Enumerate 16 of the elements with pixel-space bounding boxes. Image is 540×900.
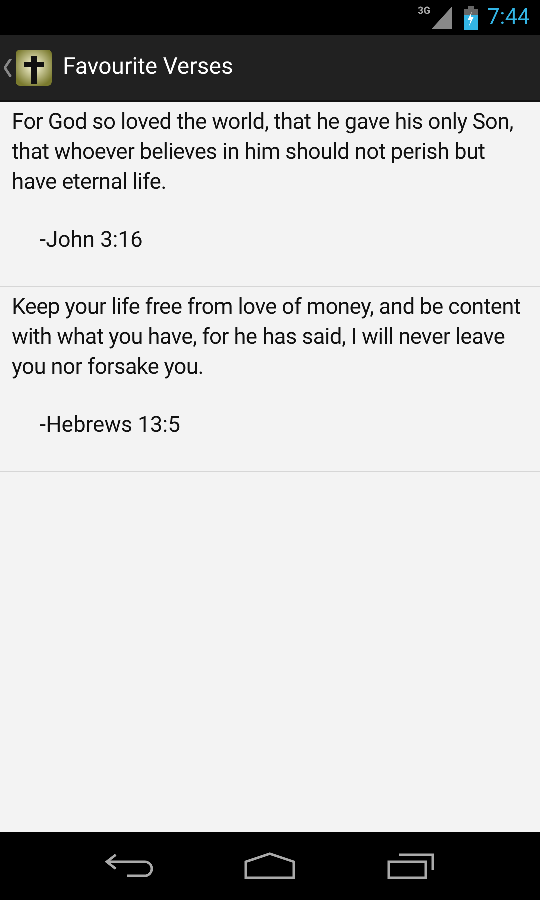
verse-reference: -Hebrews 13:5 <box>39 412 182 440</box>
network-type: 3G <box>418 6 431 16</box>
home-icon <box>244 852 296 880</box>
verse-item[interactable]: For God so loved the world, that he gave his only Son, that whoever believes in him should not perish but have eternal life. -John 3:16 <box>0 102 540 287</box>
back-caret-icon <box>4 58 12 76</box>
recent-apps-icon <box>386 852 435 880</box>
verse-reference: -John 3:16 <box>39 227 144 255</box>
verse-text: For God so loved the world, that he gave his only Son, that whoever believes in him should not perish but have eternal life. <box>12 109 514 197</box>
battery-icon <box>464 6 478 30</box>
verse-item[interactable]: Keep your life free from love of money, and be content with what you have, for he has said, I will never leave you nor forsake you. -Hebrews 13:5 <box>0 287 540 472</box>
signal-icon <box>432 6 452 28</box>
app-cross-icon <box>16 50 52 86</box>
verse-text: Keep your life free from love of money, and be content with what you have, for he has said, I will never leave you nor forsake you. <box>12 294 522 382</box>
clock: 7:44 <box>488 4 530 32</box>
screen-title: Favourite Verses <box>63 52 234 82</box>
back-arrow-icon <box>105 853 154 879</box>
